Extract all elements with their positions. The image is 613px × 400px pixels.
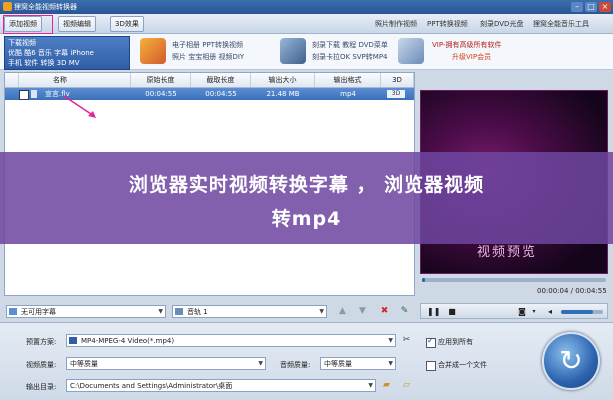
video-quality-select[interactable]: 中等质量 ▼ <box>66 357 266 370</box>
title-banner: 浏览器实时视频转换字幕 ， 浏览器视频 转mp4 <box>0 152 613 244</box>
audio-icon <box>175 308 183 315</box>
refresh-icon: ↻ <box>559 344 583 377</box>
clear-icon[interactable]: ✎ <box>398 305 411 318</box>
burn-dvd-link[interactable]: 刻录DVD光盘 <box>480 19 523 29</box>
audio-quality-select[interactable]: 中等质量 ▼ <box>320 357 396 370</box>
promo-text[interactable]: 照片 宝宝相册 视频DIY <box>172 52 244 62</box>
row-3d-badge[interactable]: 3D <box>387 90 405 98</box>
file-icon <box>31 90 37 98</box>
photo-video-link[interactable]: 照片制作视频 <box>375 19 417 29</box>
row-format: mp4 <box>340 90 356 98</box>
merge-label: 合并成一个文件 <box>438 361 487 369</box>
header-original[interactable]: 原始长度 <box>131 73 191 87</box>
window-title: 狸窝全能视频转换器 <box>14 3 77 11</box>
banner-line-2: 转mp4 <box>271 208 342 230</box>
output-dir-label: 输出目录: <box>26 383 57 391</box>
subtitle-value: 无可用字幕 <box>21 308 56 316</box>
maximize-button[interactable]: □ <box>585 2 597 12</box>
volume-icon[interactable]: ◂ <box>545 307 555 317</box>
header-size[interactable]: 输出大小 <box>251 73 315 87</box>
player-controls: ❚❚ ■ ◙ ▾ ◂ <box>420 303 608 319</box>
title-bar: 狸窝全能视频转换器 – □ × <box>0 0 613 14</box>
convert-button[interactable]: ↻ <box>542 332 600 390</box>
preset-select[interactable]: MP4-MPEG-4 Video(*.mp4) ▼ <box>66 334 396 347</box>
promo-text[interactable]: 刻录下载 教程 DVD菜单 <box>312 40 388 50</box>
banner-line-1: 浏览器实时视频转换字幕 ， 浏览器视频 <box>128 174 485 196</box>
dvd-icon[interactable] <box>280 38 306 64</box>
video-quality-value: 中等质量 <box>70 360 98 368</box>
toolbar: 添加视频 视频编辑 3D效果 照片制作视频 PPT转换视频 刻录DVD光盘 狸窝… <box>0 14 613 34</box>
folder-icon[interactable]: ▰ <box>380 379 393 392</box>
apply-all-label: 应用到所有 <box>438 338 473 346</box>
header-3d[interactable]: 3D <box>381 73 414 87</box>
seek-bar[interactable] <box>422 276 606 284</box>
chevron-down-icon: ▼ <box>158 308 163 315</box>
preset-label: 预置方案: <box>26 338 57 346</box>
pause-icon[interactable]: ❚❚ <box>427 307 440 317</box>
row-size: 21.48 MB <box>266 90 300 98</box>
download-row[interactable]: 优酷 酷6 音乐 字幕 iPhone <box>8 48 94 58</box>
row-checkbox[interactable] <box>19 90 29 100</box>
minimize-button[interactable]: – <box>571 2 583 12</box>
delete-icon[interactable]: ✖ <box>378 305 391 318</box>
row-clip: 00:04:55 <box>205 90 237 98</box>
preset-value: MP4-MPEG-4 Video(*.mp4) <box>81 337 175 345</box>
wrench-icon[interactable]: ✂ <box>400 334 413 347</box>
apply-all-checkbox[interactable] <box>426 336 436 348</box>
chevron-down-icon[interactable]: ▾ <box>529 307 539 317</box>
music-tools-link[interactable]: 狸窝全能音乐工具 <box>533 19 589 29</box>
header-format[interactable]: 输出格式 <box>315 73 381 87</box>
subtitle-icon <box>9 308 17 315</box>
row-original: 00:04:55 <box>145 90 177 98</box>
download-row[interactable]: 手机 软件 转换 3D MV <box>8 58 80 68</box>
promo-strip: 下载视频 优酷 酷6 音乐 字幕 iPhone 手机 软件 转换 3D MV 电… <box>0 34 613 70</box>
video-quality-label: 视频质量: <box>26 361 57 369</box>
vip-icon[interactable] <box>398 38 424 64</box>
close-button[interactable]: × <box>599 2 611 12</box>
download-video-panel[interactable]: 下载视频 优酷 酷6 音乐 字幕 iPhone 手机 软件 转换 3D MV <box>4 36 130 70</box>
annotation-arrow-icon <box>63 95 96 118</box>
chevron-down-icon: ▼ <box>388 360 393 367</box>
ppt-video-link[interactable]: PPT转换视频 <box>427 19 468 29</box>
output-dir-value: C:\Documents and Settings\Administrator\… <box>70 382 233 390</box>
download-header: 下载视频 <box>8 39 36 47</box>
app-logo-icon <box>3 2 12 11</box>
promo-text[interactable]: 电子相册 PPT转换视频 <box>172 40 243 50</box>
audio-track-select[interactable]: 音轨 1 ▼ <box>172 305 327 318</box>
subtitle-select[interactable]: 无可用字幕 ▼ <box>6 305 166 318</box>
3d-effect-button[interactable]: 3D效果 <box>110 16 144 32</box>
audio-track-value: 音轨 1 <box>187 308 208 316</box>
move-down-icon[interactable]: ▼ <box>356 305 369 318</box>
open-folder-icon[interactable]: ▱ <box>400 379 413 392</box>
seek-track <box>422 278 606 282</box>
audio-quality-label: 音频质量: <box>280 361 311 369</box>
snapshot-icon[interactable]: ◙ <box>517 307 527 317</box>
volume-slider[interactable] <box>561 310 603 314</box>
header-name[interactable]: 名称 <box>19 73 131 87</box>
chevron-down-icon: ▼ <box>258 360 263 367</box>
promo-text[interactable]: 刻录卡拉OK SVP转MP4 <box>312 52 388 62</box>
promo-text[interactable]: VIP-拥有高级所有软件 <box>432 40 501 50</box>
move-up-icon[interactable]: ▲ <box>336 305 349 318</box>
edit-video-button[interactable]: 视频编辑 <box>58 16 96 32</box>
header-spacer <box>5 73 19 87</box>
seek-fill <box>422 278 425 282</box>
merge-checkbox[interactable] <box>426 361 436 371</box>
output-dir-input[interactable]: C:\Documents and Settings\Administrator\… <box>66 379 376 392</box>
stop-icon[interactable]: ■ <box>447 307 457 317</box>
volume-fill <box>561 310 593 314</box>
vip-upgrade-link[interactable]: 升级VIP会员 <box>452 52 491 62</box>
chevron-down-icon: ▼ <box>368 382 373 389</box>
highlight-box <box>3 15 53 34</box>
audio-quality-value: 中等质量 <box>324 360 352 368</box>
chevron-down-icon: ▼ <box>319 308 324 315</box>
chevron-down-icon: ▼ <box>388 337 393 344</box>
settings-panel: 预置方案: MP4-MPEG-4 Video(*.mp4) ▼ ✂ 应用到所有 … <box>0 322 613 400</box>
format-icon <box>69 337 77 344</box>
playback-time: 00:00:04 / 00:04:55 <box>537 287 607 295</box>
header-clip[interactable]: 截取长度 <box>191 73 251 87</box>
ppt-icon[interactable] <box>140 38 166 64</box>
table-header: 名称 原始长度 截取长度 输出大小 输出格式 3D <box>5 73 414 88</box>
